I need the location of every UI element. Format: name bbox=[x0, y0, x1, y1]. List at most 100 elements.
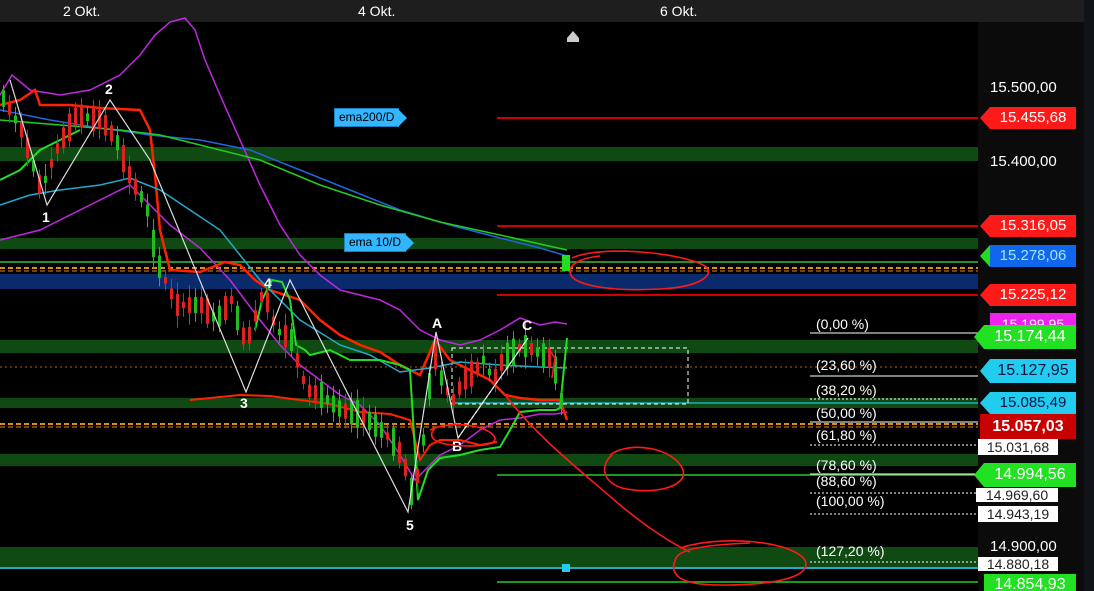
green-marker bbox=[562, 255, 570, 271]
candle-body bbox=[494, 368, 497, 383]
candle-body bbox=[416, 468, 419, 484]
candle-body bbox=[194, 296, 197, 314]
candle-body bbox=[278, 328, 281, 336]
candle-body bbox=[62, 127, 65, 149]
candle-body bbox=[398, 442, 401, 463]
candle-body bbox=[116, 135, 119, 151]
candle-body bbox=[188, 297, 191, 313]
wave-label-4: 4 bbox=[264, 275, 272, 291]
candle-body bbox=[146, 204, 149, 217]
candle-body bbox=[344, 403, 347, 419]
candle-body bbox=[50, 159, 53, 168]
cyan-marker bbox=[562, 564, 570, 572]
candle-body bbox=[236, 305, 239, 331]
wave-label-2: 2 bbox=[105, 81, 113, 97]
annotation-trend bbox=[504, 394, 691, 553]
candle-body bbox=[14, 115, 17, 124]
scroll-home-icon[interactable] bbox=[567, 31, 579, 42]
zone-green bbox=[0, 238, 978, 249]
candle-body bbox=[338, 400, 341, 417]
ema10-marker[interactable]: ema 10/D bbox=[344, 233, 415, 252]
candle-body bbox=[2, 90, 5, 107]
candle-body bbox=[254, 310, 257, 322]
candle-body bbox=[482, 355, 485, 365]
zone-green bbox=[0, 454, 978, 466]
candle-body bbox=[248, 326, 251, 344]
candle-body bbox=[200, 296, 203, 314]
zone-blue bbox=[0, 274, 978, 289]
candle-body bbox=[404, 458, 407, 477]
candle-body bbox=[80, 104, 83, 128]
candle-body bbox=[530, 342, 533, 356]
candle-body bbox=[308, 384, 311, 398]
candle-body bbox=[392, 428, 395, 456]
wave-label-1: 1 bbox=[42, 209, 50, 225]
ema-200-blue bbox=[0, 109, 568, 257]
ema-fast-red bbox=[0, 88, 569, 421]
candle-body bbox=[290, 329, 293, 351]
candle-body bbox=[56, 143, 59, 154]
candle-body bbox=[122, 145, 125, 173]
zone-green bbox=[0, 547, 978, 567]
ema10-marker-label: ema 10/D bbox=[349, 235, 402, 249]
candle-body bbox=[470, 360, 473, 387]
candle-body bbox=[386, 432, 389, 440]
candle-body bbox=[368, 411, 371, 431]
candle-body bbox=[434, 344, 437, 370]
candle-body bbox=[452, 394, 455, 406]
candle-body bbox=[458, 381, 461, 395]
annotation-ellipse bbox=[603, 446, 685, 492]
candle-body bbox=[476, 361, 479, 373]
candle-body bbox=[164, 276, 167, 284]
candle-body bbox=[284, 324, 287, 348]
candle-body bbox=[536, 347, 539, 357]
candle-body bbox=[302, 376, 305, 384]
candle-body bbox=[44, 175, 47, 183]
candle-body bbox=[524, 335, 527, 357]
candle-body bbox=[134, 178, 137, 195]
candle-body bbox=[260, 291, 263, 301]
candle-body bbox=[464, 367, 467, 390]
candlestick-chart[interactable]: 1 2 3 4 5 A B C bbox=[0, 0, 1094, 591]
candle-body bbox=[218, 305, 221, 327]
candle-body bbox=[86, 113, 89, 122]
ema200-marker-label: ema200/D bbox=[339, 110, 395, 124]
candle-body bbox=[128, 166, 131, 184]
candle-body bbox=[158, 255, 161, 278]
candle-body bbox=[140, 191, 143, 203]
annotations-layer bbox=[429, 250, 807, 586]
chart-stage: 2 Okt. 4 Okt. 6 Okt. 1 2 3 4 5 A B C ema… bbox=[0, 0, 1094, 591]
candle-body bbox=[350, 400, 353, 425]
candle-body bbox=[104, 115, 107, 136]
candle-body bbox=[8, 103, 11, 115]
candle-body bbox=[542, 343, 545, 367]
candle-body bbox=[266, 292, 269, 313]
candle-body bbox=[500, 353, 503, 371]
candle-body bbox=[20, 122, 23, 138]
candle-body bbox=[488, 368, 491, 376]
zone-green bbox=[0, 340, 978, 353]
candle-body bbox=[152, 229, 155, 258]
candle-body bbox=[326, 395, 329, 404]
candle-body bbox=[380, 422, 383, 438]
candle-body bbox=[422, 434, 425, 446]
candle-body bbox=[224, 295, 227, 321]
candle-body bbox=[296, 353, 299, 367]
candle-body bbox=[440, 370, 443, 386]
candle-body bbox=[176, 293, 179, 317]
candle-body bbox=[230, 296, 233, 304]
wave-label-3: 3 bbox=[240, 395, 248, 411]
ema200-marker[interactable]: ema200/D bbox=[334, 108, 408, 127]
candle-body bbox=[68, 113, 71, 142]
candle-body bbox=[170, 288, 173, 300]
candle-body bbox=[560, 393, 563, 407]
wave-label-5: 5 bbox=[406, 517, 414, 533]
candle-body bbox=[506, 342, 509, 369]
candle-body bbox=[320, 382, 323, 408]
candle-body bbox=[512, 338, 515, 366]
candle-body bbox=[110, 125, 113, 142]
candle-body bbox=[374, 414, 377, 437]
indicator-green-step bbox=[254, 278, 568, 501]
wave-label-a: A bbox=[432, 315, 442, 331]
wave-label-c: C bbox=[522, 317, 532, 333]
